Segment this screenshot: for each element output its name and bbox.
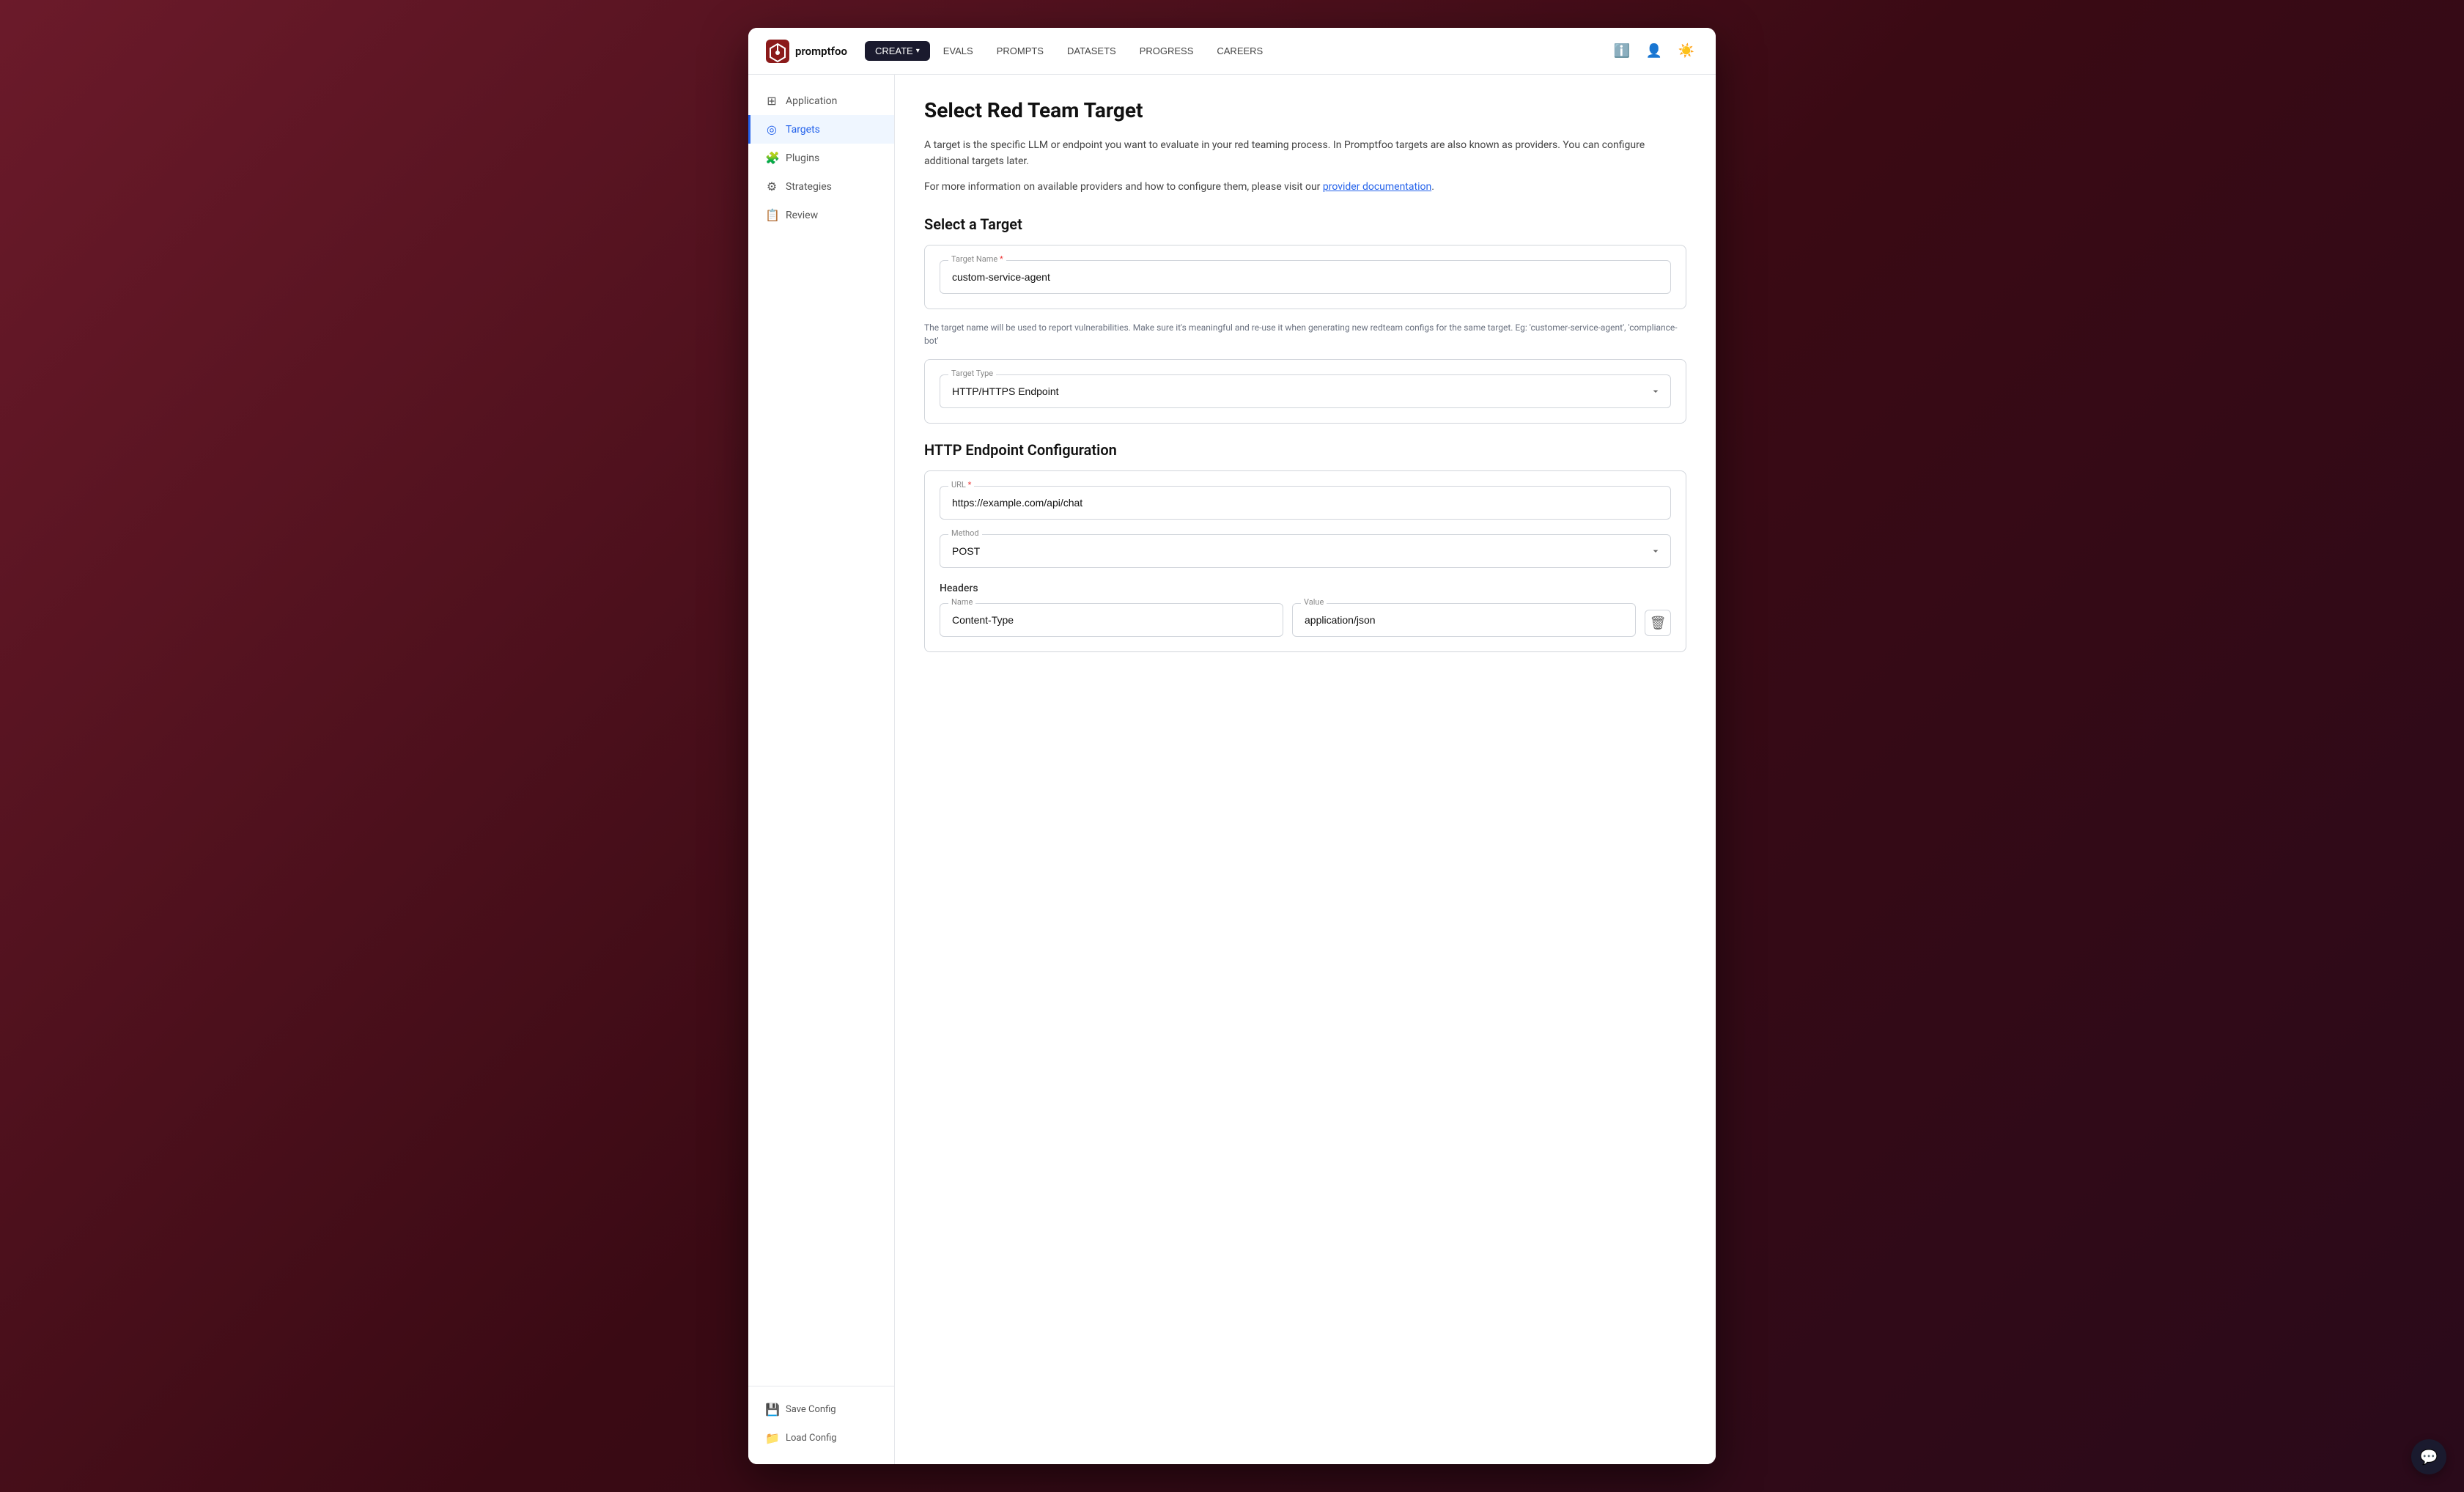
nav-create[interactable]: CREATE ▾ [865,41,930,61]
header-name-field: Name [940,603,1283,637]
header-value-field: Value [1292,603,1636,637]
app-window: promptfoo CREATE ▾ EVALS PROMPTS DATASET… [748,28,1716,1464]
info-icon: ℹ️ [1614,43,1630,59]
sidebar-item-review[interactable]: 📋 Review [748,201,894,229]
nav-careers[interactable]: CAREERS [1206,41,1273,61]
select-target-title: Select a Target [924,215,1686,233]
headers-section: Headers Name Value 🗑 [940,583,1671,637]
user-button[interactable]: 👤 [1642,40,1666,63]
target-type-label: Target Type [948,369,996,378]
method-field: Method POST GET PUT PATCH DELETE [940,534,1671,568]
plugin-icon: 🧩 [765,151,778,165]
target-icon: ◎ [765,122,778,136]
sidebar-bottom: 💾 Save Config 📁 Load Config [748,1386,894,1452]
url-required-marker: * [966,480,971,490]
header-name-label: Name [948,597,975,607]
nav-evals[interactable]: EVALS [933,41,984,61]
chevron-down-icon: ▾ [916,47,920,55]
provider-doc-link[interactable]: provider documentation [1323,181,1431,193]
nav-progress[interactable]: PROGRESS [1129,41,1204,61]
logo-icon [766,40,789,63]
navbar: promptfoo CREATE ▾ EVALS PROMPTS DATASET… [748,28,1716,75]
required-marker: * [997,254,1003,264]
description-2: For more information on available provid… [924,179,1686,195]
page-title: Select Red Team Target [924,98,1686,122]
url-input[interactable] [940,486,1671,520]
sidebar: ⊞ Application ◎ Targets 🧩 Plugins ⚙ Stra… [748,75,895,1464]
target-type-card: Target Type HTTP/HTTPS Endpoint OpenAI C… [924,359,1686,424]
main-content: Select Red Team Target A target is the s… [895,75,1716,1464]
remove-header-button[interactable]: 🗑 [1645,610,1671,636]
target-name-input[interactable] [940,260,1671,294]
grid-icon: ⊞ [765,94,778,108]
user-icon: 👤 [1646,43,1662,59]
save-config-button[interactable]: 💾 Save Config [748,1395,894,1424]
sidebar-item-strategies[interactable]: ⚙ Strategies [748,172,894,201]
logo-text: promptfoo [795,45,847,58]
header-value-input[interactable] [1292,603,1636,637]
save-icon: 💾 [765,1403,778,1417]
http-config-card: URL * Method POST GET PUT PATCH DELETE [924,470,1686,652]
sidebar-item-application[interactable]: ⊞ Application [748,86,894,115]
folder-icon: 📁 [765,1431,778,1445]
method-select[interactable]: POST GET PUT PATCH DELETE [940,534,1671,568]
description-1: A target is the specific LLM or endpoint… [924,137,1686,170]
chat-button[interactable]: 💬 [2411,1439,2446,1474]
target-type-field: Target Type HTTP/HTTPS Endpoint OpenAI C… [940,374,1671,408]
nav-datasets[interactable]: DATASETS [1057,41,1126,61]
load-config-button[interactable]: 📁 Load Config [748,1424,894,1452]
theme-button[interactable]: ☀️ [1675,40,1698,63]
chat-icon: 💬 [2420,1448,2438,1466]
target-name-card: Target Name * [924,245,1686,309]
sidebar-nav: ⊞ Application ◎ Targets 🧩 Plugins ⚙ Stra… [748,86,894,1386]
headers-title: Headers [940,583,1671,594]
review-icon: 📋 [765,208,778,222]
target-type-select[interactable]: HTTP/HTTPS Endpoint OpenAI Compatible An… [940,374,1671,408]
endpoint-config-title: HTTP Endpoint Configuration [924,441,1686,459]
nav-prompts[interactable]: PROMPTS [986,41,1054,61]
info-button[interactable]: ℹ️ [1610,40,1634,63]
url-field: URL * [940,486,1671,520]
strategies-icon: ⚙ [765,180,778,193]
headers-row: Name Value 🗑 [940,603,1671,637]
nav-items: CREATE ▾ EVALS PROMPTS DATASETS PROGRESS… [865,41,1604,61]
target-name-helper: The target name will be used to report v… [924,321,1686,347]
main-layout: ⊞ Application ◎ Targets 🧩 Plugins ⚙ Stra… [748,75,1716,1464]
header-name-input[interactable] [940,603,1283,637]
trash-icon: 🗑 [1650,616,1667,631]
target-name-label: Target Name * [948,254,1006,264]
theme-icon: ☀️ [1678,43,1694,59]
method-label: Method [948,528,982,538]
nav-right: ℹ️ 👤 ☀️ [1610,40,1698,63]
url-label: URL * [948,480,974,490]
sidebar-item-plugins[interactable]: 🧩 Plugins [748,144,894,172]
target-name-field: Target Name * [940,260,1671,294]
header-value-label: Value [1301,597,1327,607]
sidebar-item-targets[interactable]: ◎ Targets [748,115,894,144]
logo-area: promptfoo [766,40,847,63]
